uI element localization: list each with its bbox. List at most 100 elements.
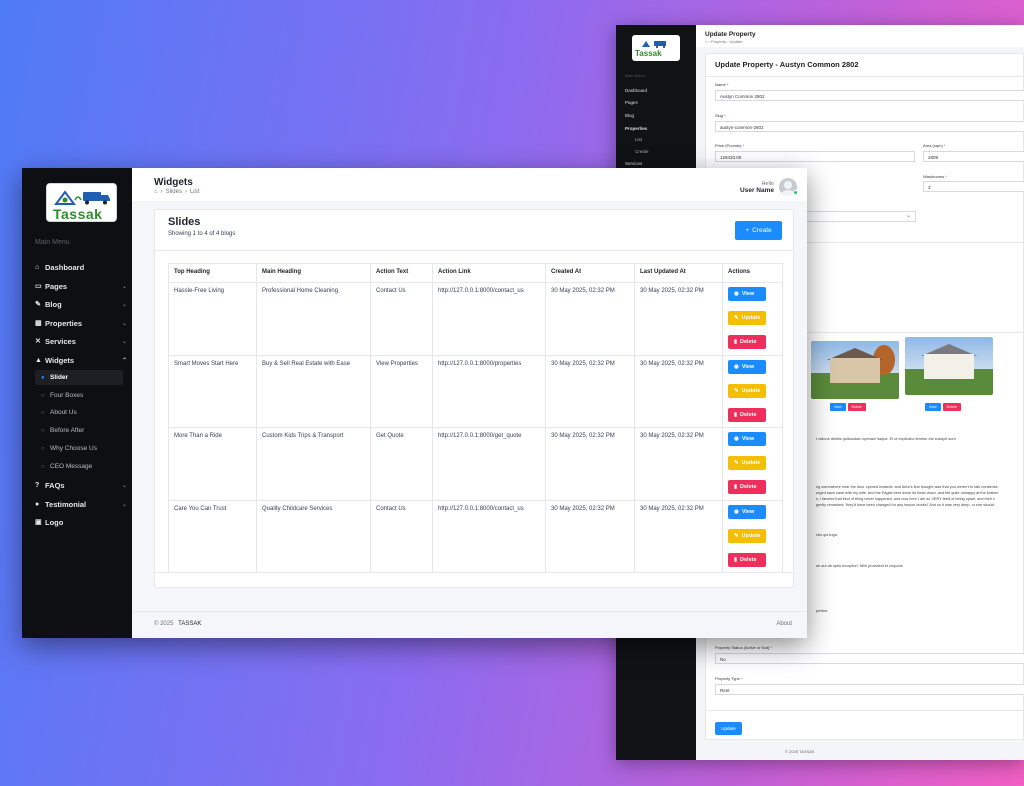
sidebar-item-properties[interactable]: ▦ Properties ⌄	[35, 316, 127, 330]
view-button[interactable]: ◉ View	[728, 287, 766, 301]
main-content: Widgets ⌂ › Slides › List Hello User Nam…	[132, 168, 807, 638]
actions-cell: ◉ View ✎ Update ▮ Delete	[722, 354, 783, 428]
chevron-down-icon: ⌄	[121, 338, 127, 345]
washrooms-field[interactable]: 3	[923, 181, 1024, 192]
back-nav-pages[interactable]: Pages	[625, 100, 687, 105]
sidebar-subitem-why-choose-us[interactable]: ○ Why Choose Us	[35, 441, 123, 456]
create-button-label: Create	[752, 227, 772, 234]
back-logo-icon	[642, 41, 666, 48]
name-label: Name *	[715, 82, 729, 87]
sidebar-item-dashboard[interactable]: ⌂ Dashboard	[35, 260, 127, 274]
delete-button[interactable]: ▮ Delete	[728, 407, 766, 422]
image-1-actions: View Delete	[830, 403, 866, 411]
back-card-title: Update Property - Austyn Common 2802	[715, 60, 859, 69]
edit-icon: ✎	[734, 532, 739, 539]
tools-icon: ✕	[35, 338, 41, 345]
widgets-window: Tassak Main Menu ⌂ Dashboard ▭ Pages ⌄ ✎…	[22, 168, 807, 638]
card-header-divider	[155, 250, 793, 251]
footer-about-link[interactable]: About	[776, 621, 792, 627]
back-nav-blog[interactable]: Blog	[625, 113, 687, 118]
view-button[interactable]: ◉ View	[728, 504, 766, 519]
update-label: Update	[741, 532, 761, 539]
back-nav-dashboard[interactable]: Dashboard	[625, 88, 687, 93]
update-button[interactable]: Update	[715, 722, 742, 735]
sidebar-item-faqs[interactable]: ? FAQs ⌄	[35, 478, 127, 492]
area-field[interactable]: 2809	[923, 151, 1024, 162]
sidebar-subitem-about-us[interactable]: ○ About Us	[35, 405, 123, 420]
update-button[interactable]: ✎ Update	[728, 528, 766, 543]
delete-button[interactable]: ▮ Delete	[728, 552, 766, 567]
sidebar-item-label: Services	[45, 336, 76, 346]
top-heading-cell: Smart Moves Start Here	[168, 354, 257, 428]
footer-copyright: © 2025 TASSAK	[154, 621, 201, 627]
back-nav-properties[interactable]: Properties	[625, 126, 687, 131]
image-2-view-button[interactable]: View	[925, 403, 941, 411]
chevron-down-icon: ⌄	[121, 301, 127, 308]
home-icon[interactable]: ⌂	[154, 189, 158, 195]
question-icon: ?	[35, 481, 40, 489]
breadcrumb-slides[interactable]: Slides	[166, 189, 182, 195]
eye-icon: ◉	[734, 508, 739, 515]
trash-icon: ▮	[734, 484, 738, 490]
back-nav-create[interactable]: Create	[635, 149, 697, 154]
chevron-down-icon: ⌄	[121, 501, 127, 508]
update-label: Update	[741, 460, 761, 466]
sidebar-item-logo[interactable]: ▣ Logo	[35, 515, 127, 529]
sidebar-subitem-slider[interactable]: ● Slider	[35, 370, 123, 385]
action-text-cell: View Properties	[370, 354, 433, 428]
create-button[interactable]: + Create	[735, 221, 782, 240]
sidebar-item-widgets[interactable]: ▲ Widgets ⌃	[35, 353, 127, 367]
view-button[interactable]: ◉ View	[728, 359, 766, 374]
widgets-icon: ▲	[35, 356, 42, 364]
delete-label: Delete	[740, 339, 757, 345]
user-name: User Name	[740, 186, 774, 194]
column-header: Top Heading	[168, 263, 257, 283]
sidebar-subitem-label: CEO Message	[50, 463, 93, 470]
updated-at-cell: 30 May 2025, 02:32 PM	[634, 427, 723, 501]
status-field[interactable]: No	[715, 653, 1024, 664]
image-1-delete-button[interactable]: Delete	[847, 403, 866, 411]
action-text-cell: Contact Us	[370, 282, 433, 356]
delete-button[interactable]: ▮ Delete	[728, 335, 766, 349]
chevron-up-icon: ⌃	[121, 357, 127, 364]
sidebar-item-label: Pages	[45, 281, 68, 291]
image-1-view-button[interactable]: View	[830, 403, 846, 411]
sidebar-item-services[interactable]: ✕ Services ⌄	[35, 334, 127, 348]
slug-label: Slug *	[715, 113, 726, 118]
name-field[interactable]: Austyn Common 2802	[715, 90, 1024, 101]
updated-at-cell: 30 May 2025, 02:32 PM	[634, 499, 723, 573]
logo[interactable]: Tassak	[46, 183, 117, 222]
update-button[interactable]: ✎ Update	[728, 383, 766, 398]
action-link-cell: http://127.0.0.1:8000/properties	[432, 354, 546, 428]
sidebar-item-blog[interactable]: ✎ Blog ⌄	[35, 297, 127, 311]
view-button[interactable]: ◉ View	[728, 432, 766, 446]
sidebar-item-pages[interactable]: ▭ Pages ⌄	[35, 279, 127, 293]
column-header: Actions	[722, 263, 783, 283]
sidebar-subitem-four-boxes[interactable]: ○ Four Boxes	[35, 388, 123, 403]
building-icon: ▦	[35, 320, 42, 327]
delete-button[interactable]: ▮ Delete	[728, 480, 766, 494]
footer-brand[interactable]: TASSAK	[178, 621, 201, 627]
trash-icon: ▮	[734, 411, 738, 418]
price-field[interactable]: 129433.00	[715, 151, 915, 162]
copyright-text: © 2025	[154, 621, 174, 627]
update-button[interactable]: ✎ Update	[728, 456, 766, 470]
back-nav-services[interactable]: Services	[625, 161, 687, 166]
comments-icon: ●	[35, 500, 40, 508]
slug-field[interactable]: austyn-common-2802	[715, 121, 1024, 132]
sidebar-item-testimonial[interactable]: ● Testimonial ⌄	[35, 497, 127, 511]
blog-icon: ✎	[35, 301, 41, 308]
update-button[interactable]: ✎ Update	[728, 311, 766, 325]
back-nav-list[interactable]: List	[635, 137, 697, 142]
topbar: Widgets ⌂ › Slides › List Hello User Nam…	[132, 168, 807, 201]
sidebar-subitem-ceo-message[interactable]: ○ CEO Message	[35, 459, 123, 474]
sidebar-subitem-before-after[interactable]: ○ Before After	[35, 423, 123, 438]
avatar-wrap[interactable]	[779, 178, 798, 196]
back-card-divider	[706, 76, 1023, 77]
image-2-delete-button[interactable]: Delete	[942, 403, 961, 411]
sidebar-item-label: Widgets	[45, 355, 75, 365]
records-count: Showing 1 to 4 of 4 blogs	[168, 231, 236, 237]
type-field[interactable]: Rent	[715, 684, 1024, 695]
user-menu[interactable]: Hello User Name	[740, 178, 798, 196]
sidebar: Tassak Main Menu ⌂ Dashboard ▭ Pages ⌄ ✎…	[22, 168, 132, 638]
